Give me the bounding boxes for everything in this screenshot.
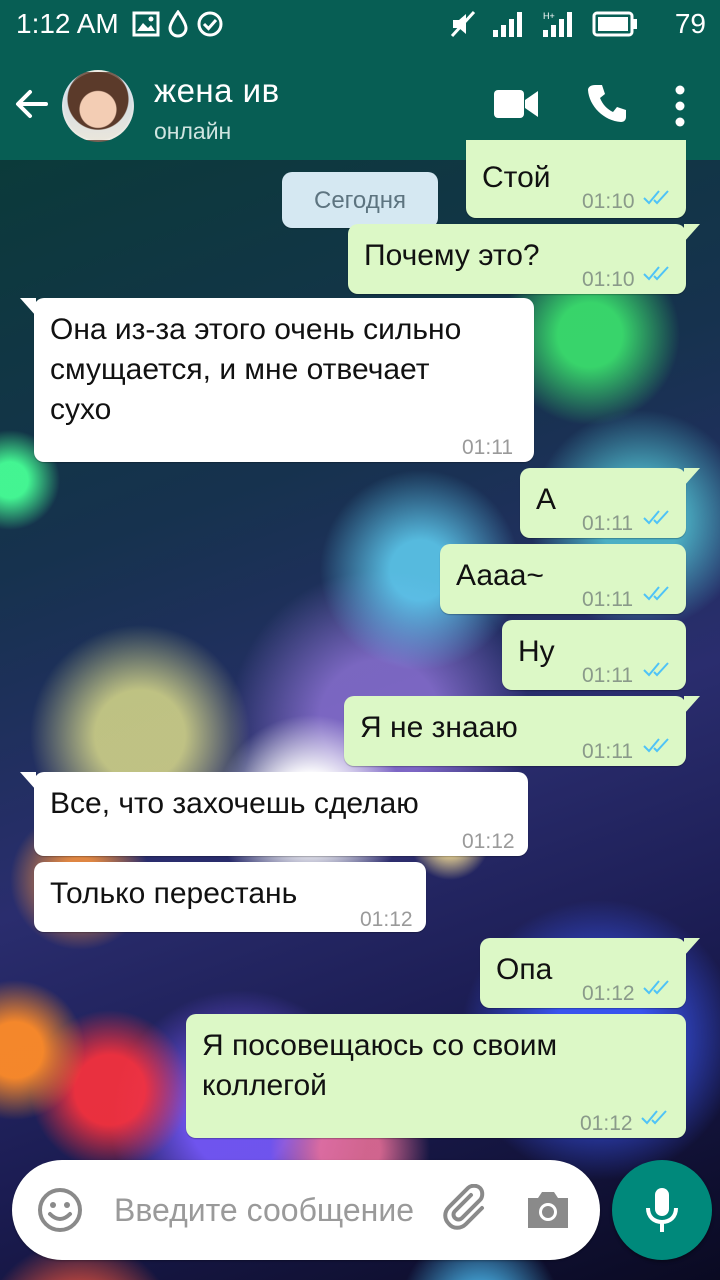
message-outgoing[interactable]: Почему это? 01:10 xyxy=(348,224,700,294)
battery-icon xyxy=(592,11,637,37)
bubble-tail xyxy=(684,224,700,242)
signal-icon xyxy=(493,12,522,37)
status-time: 1:12 AM xyxy=(16,8,119,39)
message-text: Почему это? xyxy=(364,239,540,272)
message-incoming[interactable]: Все, что захочешь сделаю 01:12 xyxy=(20,772,528,856)
message-time: 01:12 xyxy=(360,908,413,931)
message-outgoing[interactable]: Стой 01:10 xyxy=(466,140,686,218)
drop-icon xyxy=(168,10,188,38)
read-ticks-icon xyxy=(643,662,669,677)
message-text: Все, что захочешь сделаю xyxy=(50,787,419,820)
bubble-tail xyxy=(684,696,700,714)
read-ticks-icon xyxy=(643,190,669,205)
message-time: 01:11 xyxy=(582,588,633,611)
read-ticks-icon xyxy=(643,510,669,525)
contact-avatar[interactable] xyxy=(62,70,134,142)
read-ticks-icon xyxy=(643,266,669,281)
message-input[interactable]: Введите сообщение xyxy=(114,1192,414,1229)
back-arrow-icon[interactable] xyxy=(12,84,52,124)
contact-status: онлайн xyxy=(154,118,232,144)
message-time: 01:11 xyxy=(462,436,513,459)
message-text: Только перестань xyxy=(50,877,298,910)
message-time: 01:10 xyxy=(582,268,635,291)
message-text: А xyxy=(536,483,557,516)
status-bar: 1:12 AM H+ 79 xyxy=(0,0,720,48)
attach-icon[interactable] xyxy=(442,1184,494,1236)
mute-icon xyxy=(450,10,476,38)
voice-record-button[interactable] xyxy=(612,1160,712,1260)
message-time: 01:12 xyxy=(582,982,635,1005)
image-icon xyxy=(132,11,160,37)
message-outgoing[interactable]: А 01:11 xyxy=(520,468,700,538)
message-incoming[interactable]: Она из-за этого очень сильно смущается, … xyxy=(20,298,534,462)
check-circle-icon xyxy=(197,11,223,37)
message-text: Я не знааю xyxy=(360,711,518,744)
message-time: 01:12 xyxy=(580,1112,633,1135)
message-time: 01:11 xyxy=(582,740,633,763)
message-time: 01:11 xyxy=(582,512,633,535)
phone-icon[interactable] xyxy=(586,82,628,124)
message-time: 01:11 xyxy=(582,664,633,687)
camera-icon[interactable] xyxy=(524,1186,572,1234)
video-call-icon[interactable] xyxy=(492,86,540,122)
read-ticks-icon xyxy=(643,738,669,753)
system-icons: H+ xyxy=(450,10,638,38)
notification-icons xyxy=(132,10,224,38)
message-text: Аааа~ xyxy=(456,559,544,592)
bubble-tail xyxy=(684,938,700,956)
message-text: Я посовещаюсь со своим коллегой xyxy=(202,1029,558,1102)
message-text: Ну xyxy=(518,635,555,668)
message-text: Опа xyxy=(496,953,553,986)
message-outgoing[interactable]: Опа 01:12 xyxy=(480,938,700,1008)
read-ticks-icon xyxy=(641,1110,667,1125)
signal-h-plus-icon: H+ xyxy=(543,11,572,37)
battery-percent: 79 xyxy=(674,8,706,39)
bubble-tail xyxy=(20,298,36,316)
read-ticks-icon xyxy=(643,980,669,995)
bubble-tail xyxy=(20,772,36,790)
message-outgoing[interactable]: Я не знааю 01:11 xyxy=(344,696,700,766)
message-outgoing[interactable]: Аааа~ 01:11 xyxy=(440,544,686,614)
microphone-icon xyxy=(646,1188,678,1232)
message-input-bar[interactable]: Введите сообщение xyxy=(12,1160,600,1260)
message-text: Она из-за этого очень сильно смущается, … xyxy=(50,313,462,426)
message-time: 01:12 xyxy=(462,830,515,853)
message-incoming[interactable]: Только перестань 01:12 xyxy=(34,862,426,932)
read-ticks-icon xyxy=(643,586,669,601)
message-time: 01:10 xyxy=(582,190,635,213)
more-vert-icon[interactable] xyxy=(672,84,688,128)
message-outgoing[interactable]: Я посовещаюсь со своим коллегой 01:12 xyxy=(186,1014,686,1138)
message-outgoing[interactable]: Ну 01:11 xyxy=(502,620,686,690)
contact-name[interactable]: жена ив xyxy=(154,72,280,110)
emoji-icon[interactable] xyxy=(36,1186,84,1234)
bubble-tail xyxy=(684,468,700,486)
svg-text:H+: H+ xyxy=(543,11,555,21)
date-separator: Сегодня xyxy=(282,172,438,228)
message-text: Стой xyxy=(482,161,551,194)
